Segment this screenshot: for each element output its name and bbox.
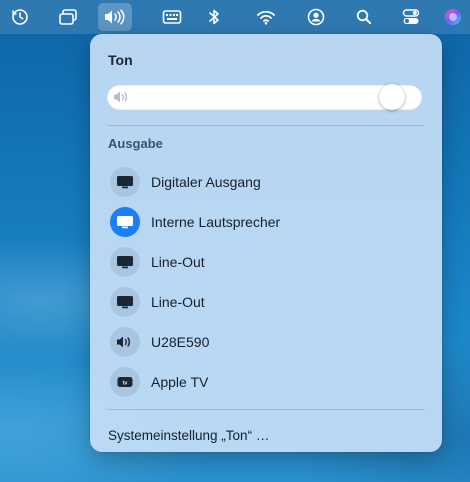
svg-text:tv: tv	[123, 381, 128, 387]
panel-title: Ton	[108, 52, 133, 68]
volume-slider[interactable]	[107, 84, 422, 110]
divider	[107, 125, 425, 126]
bluetooth-icon[interactable]	[204, 3, 224, 31]
output-device-label: Interne Lautsprecher	[151, 214, 281, 230]
output-device-item[interactable]: U28E590	[102, 322, 432, 362]
volume-slider-knob[interactable]	[379, 84, 405, 110]
divider	[107, 409, 425, 410]
output-device-label: Digitaler Ausgang	[151, 174, 261, 190]
menu-bar	[0, 0, 470, 34]
output-device-item[interactable]: tv Apple TV	[102, 362, 432, 402]
display-icon	[110, 287, 140, 317]
sound-panel: Ton Ausgabe Digitaler Ausgang Interne La…	[90, 34, 442, 452]
output-device-item[interactable]: Line-Out	[102, 282, 432, 322]
output-device-item-selected[interactable]: Interne Lautsprecher	[102, 202, 432, 242]
window-switcher-icon[interactable]	[56, 3, 80, 31]
display-icon	[110, 207, 140, 237]
output-device-label: Line-Out	[151, 294, 205, 310]
output-section-title: Ausgabe	[108, 136, 163, 151]
output-device-item[interactable]: Digitaler Ausgang	[102, 162, 432, 202]
keyboard-icon[interactable]	[160, 3, 184, 31]
time-machine-icon[interactable]	[8, 3, 32, 31]
output-device-label: U28E590	[151, 334, 210, 350]
display-icon	[110, 167, 140, 197]
apple-tv-icon: tv	[110, 367, 140, 397]
wifi-icon[interactable]	[254, 3, 278, 31]
control-center-icon[interactable]	[400, 3, 422, 31]
output-device-item[interactable]: Line-Out	[102, 242, 432, 282]
output-device-list: Digitaler Ausgang Interne Lautsprecher L…	[102, 162, 432, 402]
user-icon[interactable]	[305, 3, 327, 31]
speaker-icon	[110, 327, 140, 357]
display-icon	[110, 247, 140, 277]
siri-icon[interactable]	[442, 3, 464, 31]
sound-settings-link[interactable]: Systemeinstellung „Ton“ …	[108, 428, 269, 443]
volume-menu-icon[interactable]	[98, 3, 132, 31]
search-icon[interactable]	[354, 3, 374, 31]
output-device-label: Line-Out	[151, 254, 205, 270]
speaker-icon	[113, 90, 131, 109]
output-device-label: Apple TV	[151, 374, 209, 390]
